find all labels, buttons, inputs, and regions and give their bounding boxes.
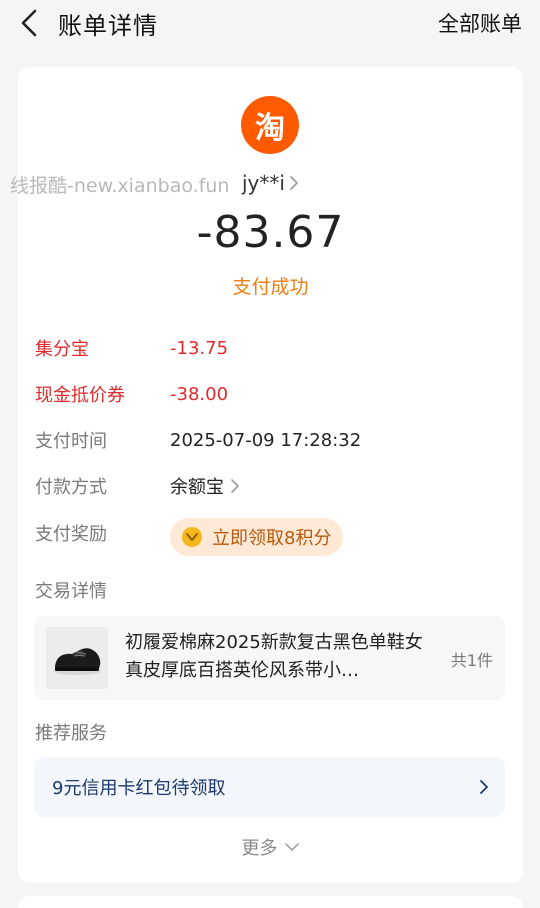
back-arrow-icon[interactable] [14, 8, 44, 38]
chevron-down-icon [284, 842, 300, 852]
pay-time-row: 支付时间 2025-07-09 17:28:32 [35, 425, 505, 455]
promo-text: 9元信用卡红包待领取 [52, 778, 226, 799]
bill-detail-card: 淘 线报酷-new.xianbao.fun jy**i -83.67 支付成功 … [10, 67, 523, 883]
more-label: 更多 [241, 838, 278, 859]
jifenbao-value: -13.75 [170, 337, 229, 359]
coupon-label: 现金抵价券 [35, 385, 125, 406]
next-card [18, 896, 523, 908]
jifenbao-label: 集分宝 [35, 339, 89, 360]
watermark-text: 线报酷-new.xianbao.fun [10, 175, 230, 197]
payment-status: 支付成功 [232, 276, 309, 298]
reward-row: 支付奖励 立即领取8积分 [35, 518, 505, 556]
chevron-right-icon [230, 478, 240, 494]
product-image [46, 627, 108, 689]
pay-method-value-wrap[interactable]: 余额宝 [170, 473, 240, 499]
pay-time-value: 2025-07-09 17:28:32 [170, 429, 362, 451]
all-bills-link[interactable]: 全部账单 [438, 8, 522, 38]
page-title: 账单详情 [58, 12, 158, 40]
product-item[interactable]: 初履爱棉麻2025新款复古黑色单鞋女真皮厚底百搭英伦风系带小… 共1件 [34, 616, 505, 700]
reward-label: 支付奖励 [35, 524, 107, 545]
recommend-title: 推荐服务 [35, 723, 107, 744]
pay-time-label: 支付时间 [35, 431, 107, 452]
claim-points-button[interactable]: 立即领取8积分 [170, 518, 344, 556]
pay-method-label: 付款方式 [35, 477, 107, 498]
claim-points-label: 立即领取8积分 [212, 528, 332, 549]
jifenbao-row: 集分宝 -13.75 [35, 333, 505, 363]
credit-card-promo[interactable]: 9元信用卡红包待领取 [34, 757, 505, 817]
trade-detail-title: 交易详情 [35, 581, 107, 602]
product-count: 共1件 [450, 651, 493, 670]
pay-method-row[interactable]: 付款方式 余额宝 [35, 471, 505, 501]
taobao-logo-icon: 淘 [241, 96, 299, 154]
pay-method-value: 余额宝 [170, 477, 224, 498]
header-bar: 账单详情 全部账单 [0, 0, 540, 48]
product-title: 初履爱棉麻2025新款复古黑色单鞋女真皮厚底百搭英伦风系带小… [125, 632, 423, 681]
coupon-value: -38.00 [170, 383, 229, 405]
merchant-link[interactable]: jy**i [242, 171, 299, 195]
chevron-right-icon [289, 175, 299, 191]
more-button[interactable]: 更多 [18, 834, 523, 860]
points-coin-icon [182, 527, 202, 547]
coupon-row: 现金抵价券 -38.00 [35, 379, 505, 409]
chevron-right-icon [479, 779, 489, 795]
merchant-name: jy**i [242, 171, 285, 195]
amount: -83.67 [196, 207, 345, 258]
